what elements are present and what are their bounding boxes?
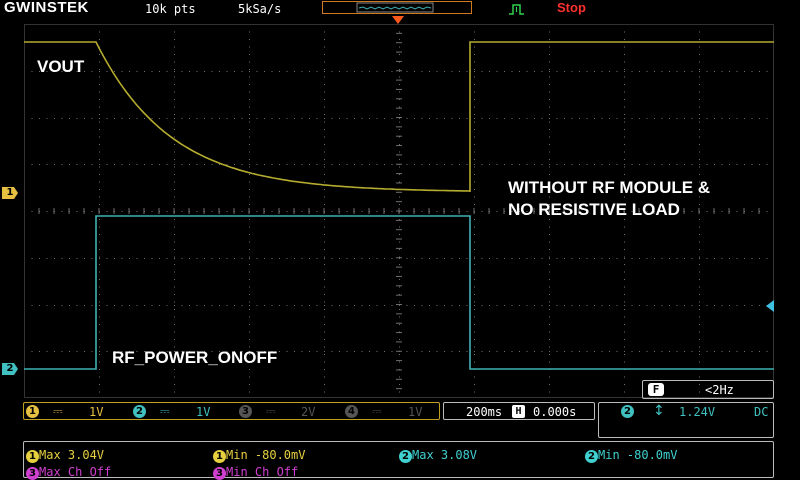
ch2-badge[interactable]: 2	[133, 405, 146, 418]
trigger-frequency: <2Hz	[705, 383, 734, 397]
trigger-edge-icon	[509, 4, 524, 15]
trigger-frequency-box[interactable]: F <2Hz	[642, 380, 774, 399]
trigger-coupling: DC	[754, 405, 769, 419]
ch3-badge[interactable]: 3	[239, 405, 252, 418]
time-scale: 200ms	[466, 405, 503, 419]
trigger-source-badge: 2	[621, 405, 634, 418]
trigger-slope-icon: ↕	[653, 403, 665, 419]
timebase-box[interactable]: 200ms H 0.000s	[443, 402, 595, 420]
measurement-panel: 1 Max 3.04V 1 Min -80.0mV 2 Max 3.08V 2 Min …	[23, 441, 774, 480]
record-length: 10k pts	[145, 2, 196, 16]
ch1-label: VOUT	[37, 57, 85, 76]
sample-rate: 5kSa/s	[238, 2, 282, 16]
memory-bar	[322, 1, 472, 14]
dc-coupling-icon: ⎓	[160, 404, 170, 418]
measurement-item: 3 Min Ch Off	[213, 461, 298, 480]
horizontal-position-icon: H	[512, 405, 525, 418]
measurement-item: 2 Max 3.08V	[399, 444, 477, 463]
trigger-position-icon	[392, 16, 404, 24]
dc-coupling-icon: ⎓	[266, 404, 276, 418]
memory-bar-waveform-icon	[356, 2, 434, 13]
annotation-line-2: NO RESISTIVE LOAD	[508, 200, 680, 219]
ch4-badge[interactable]: 4	[345, 405, 358, 418]
run-stop-status[interactable]: Stop	[557, 0, 586, 15]
channel-status-bar: 1 ⎓ 1V 2 ⎓ 1V 3 ⎓ 2V 4 ⎓ 1V	[23, 402, 440, 420]
dc-coupling-icon: ⎓	[53, 404, 63, 418]
brand-logo: GWINSTEK	[4, 0, 89, 16]
ch4-scale: 1V	[408, 405, 423, 419]
annotation-line-1: WITHOUT RF MODULE &	[508, 178, 711, 197]
trigger-level: 1.24V	[679, 405, 716, 419]
ch3-scale: 2V	[301, 405, 316, 419]
measurement-item: 3 Max Ch Off	[26, 461, 111, 480]
ch2-label: RF_POWER_ONOFF	[112, 348, 278, 367]
status-bar: GWINSTEK 10k pts 5kSa/s Stop	[0, 0, 800, 24]
trigger-info-box[interactable]: 2 ↕ 1.24V DC	[598, 402, 774, 438]
ch2-ground-marker[interactable]: 2	[2, 363, 18, 375]
measurement-item: 2 Min -80.0mV	[585, 444, 677, 463]
ch1-ground-marker[interactable]: 1	[2, 187, 18, 199]
trigger-mode-icon: F	[648, 383, 664, 396]
ch1-badge[interactable]: 1	[26, 405, 39, 418]
ch1-scale: 1V	[89, 405, 104, 419]
ch2-scale: 1V	[196, 405, 211, 419]
dc-coupling-icon: ⎓	[372, 404, 382, 418]
time-position: 0.000s	[533, 405, 577, 419]
trigger-level-marker[interactable]	[766, 300, 774, 312]
